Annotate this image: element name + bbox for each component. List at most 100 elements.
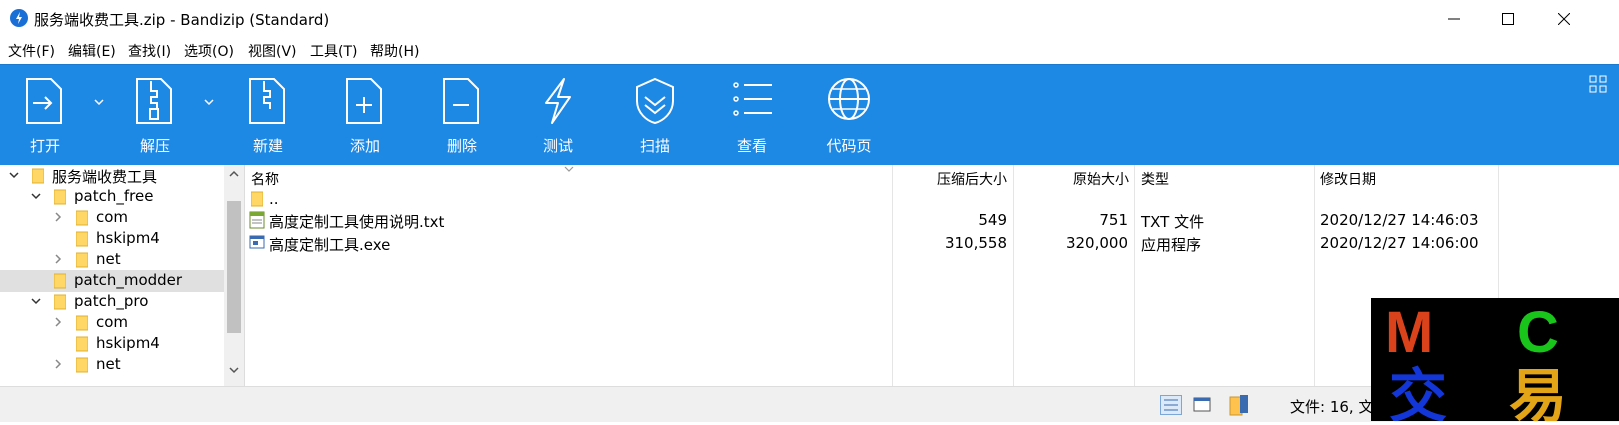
extract-icon	[136, 78, 172, 124]
text-file-icon	[249, 211, 265, 229]
details-view-icon[interactable]	[1160, 395, 1182, 415]
file-row[interactable]: 高度定制工具使用说明.txt 549 751 TXT 文件 2020/12/27…	[245, 209, 1619, 231]
menu-options[interactable]: 选项(O)	[184, 41, 234, 61]
shield-icon	[636, 77, 674, 125]
tree-item-patch-free[interactable]: patch_free	[0, 186, 224, 208]
tree-item-label: 服务端收费工具	[52, 168, 158, 186]
file-name: 高度定制工具.exe	[269, 236, 391, 254]
scroll-down-icon[interactable]	[228, 365, 240, 375]
test-button[interactable]: 测试	[513, 65, 603, 165]
tree-item-label: patch_modder	[74, 271, 183, 289]
open-label: 打开	[29, 137, 60, 155]
menu-edit[interactable]: 编辑(E)	[68, 41, 116, 61]
menu-file[interactable]: 文件(F)	[8, 41, 55, 61]
chevron-down-icon[interactable]	[8, 169, 20, 181]
tree-item-label: patch_free	[74, 187, 154, 205]
svg-text:C: C	[1517, 300, 1559, 365]
tree-item-hskipm4[interactable]: hskipm4	[0, 333, 224, 355]
close-button[interactable]	[1537, 0, 1591, 38]
chevron-right-icon[interactable]	[52, 211, 64, 223]
add-button[interactable]: 添加	[320, 65, 410, 165]
preview-pane-icon[interactable]	[1192, 395, 1212, 415]
extract-button[interactable]: 解压	[110, 65, 200, 165]
add-file-icon	[346, 78, 382, 124]
new-button[interactable]: 新建	[223, 65, 313, 165]
minimize-icon	[1448, 18, 1460, 20]
tree-item-root[interactable]: 服务端收费工具	[0, 165, 224, 187]
status-text: 文件: 16, 文	[1290, 398, 1374, 416]
svg-text:M: M	[1385, 300, 1433, 365]
folder-icon	[76, 357, 88, 373]
new-label: 新建	[252, 137, 283, 155]
file-original-size: 320,000	[1065, 234, 1128, 252]
layout-grid-icon[interactable]	[1589, 75, 1607, 93]
codepage-label: 代码页	[826, 137, 872, 155]
tree-item-patch-modder[interactable]: patch_modder	[0, 270, 224, 292]
tree-item-com[interactable]: com	[0, 312, 224, 334]
globe-icon	[828, 78, 870, 120]
tree-item-label: hskipm4	[96, 334, 160, 352]
chevron-down-icon[interactable]	[30, 295, 42, 307]
file-type: TXT 文件	[1141, 213, 1205, 231]
chevron-right-icon[interactable]	[52, 316, 64, 328]
sort-indicator-icon	[564, 166, 574, 172]
add-label: 添加	[349, 137, 380, 155]
title-bar: 服务端收费工具.zip - Bandizip (Standard)	[0, 0, 1619, 38]
chevron-right-icon[interactable]	[52, 253, 64, 265]
open-button[interactable]: 打开	[0, 65, 90, 165]
menu-help[interactable]: 帮助(H)	[370, 41, 419, 61]
file-modified: 2020/12/27 14:06:00	[1320, 234, 1479, 252]
tree-item-hskipm4[interactable]: hskipm4	[0, 228, 224, 250]
file-compressed-size: 549	[978, 211, 1007, 229]
file-row[interactable]: ..	[245, 188, 1619, 210]
file-row[interactable]: 高度定制工具.exe 310,558 320,000 应用程序 2020/12/…	[245, 232, 1619, 254]
tree-item-label: hskipm4	[96, 229, 160, 247]
tree-item-label: net	[96, 355, 121, 373]
folder-icon	[32, 168, 44, 184]
maximize-button[interactable]	[1481, 0, 1535, 38]
folder-icon	[76, 252, 88, 268]
folder-tree: 服务端收费工具 patch_free com hskipm4 net patch…	[0, 165, 245, 386]
test-label: 测试	[542, 137, 573, 155]
tree-item-patch-pro[interactable]: patch_pro	[0, 291, 224, 313]
delete-button[interactable]: 删除	[417, 65, 507, 165]
tree-item-net[interactable]: net	[0, 249, 224, 271]
menu-find[interactable]: 查找(I)	[128, 41, 171, 61]
exe-file-icon	[249, 235, 265, 249]
mc-trade-logo: M C 交 易	[1385, 300, 1567, 425]
minimize-button[interactable]	[1427, 0, 1481, 38]
tree-scrollbar[interactable]	[224, 165, 244, 386]
open-dropdown-icon[interactable]	[92, 95, 106, 109]
scan-button[interactable]: 扫描	[610, 65, 700, 165]
menu-view[interactable]: 视图(V)	[248, 41, 297, 61]
open-icon	[26, 78, 62, 124]
toolbar: 打开 解压 新建 添加 删除 测试 扫描 查看 代码页	[0, 64, 1619, 166]
menu-tools[interactable]: 工具(T)	[310, 41, 357, 61]
close-icon	[1558, 13, 1570, 25]
scroll-up-icon[interactable]	[228, 169, 240, 179]
tree-item-label: com	[96, 208, 129, 226]
folder-icon	[76, 336, 88, 352]
window-title: 服务端收费工具.zip - Bandizip (Standard)	[34, 11, 330, 29]
scrollbar-thumb[interactable]	[227, 201, 241, 333]
folder-icon	[76, 210, 88, 226]
tree-item-com[interactable]: com	[0, 207, 224, 229]
codepage-button[interactable]: 代码页	[804, 65, 894, 165]
file-modified: 2020/12/27 14:46:03	[1320, 211, 1479, 229]
view-button[interactable]: 查看	[707, 65, 797, 165]
maximize-icon	[1502, 13, 1514, 25]
folder-icon	[251, 191, 263, 207]
chevron-down-icon[interactable]	[30, 190, 42, 202]
tree-item-net[interactable]: net	[0, 354, 224, 376]
file-original-size: 751	[1099, 211, 1128, 229]
extract-dropdown-icon[interactable]	[202, 95, 216, 109]
svg-text:易: 易	[1509, 362, 1567, 421]
file-name: 高度定制工具使用说明.txt	[269, 213, 445, 231]
menu-bar: 文件(F) 编辑(E) 查找(I) 选项(O) 视图(V) 工具(T) 帮助(H…	[0, 38, 1619, 64]
archive-folder-icon[interactable]	[1228, 393, 1252, 417]
chevron-right-icon[interactable]	[52, 358, 64, 370]
view-label: 查看	[736, 137, 767, 155]
folder-icon	[54, 273, 66, 289]
list-view-icon	[733, 82, 772, 116]
lightning-icon	[545, 78, 571, 124]
